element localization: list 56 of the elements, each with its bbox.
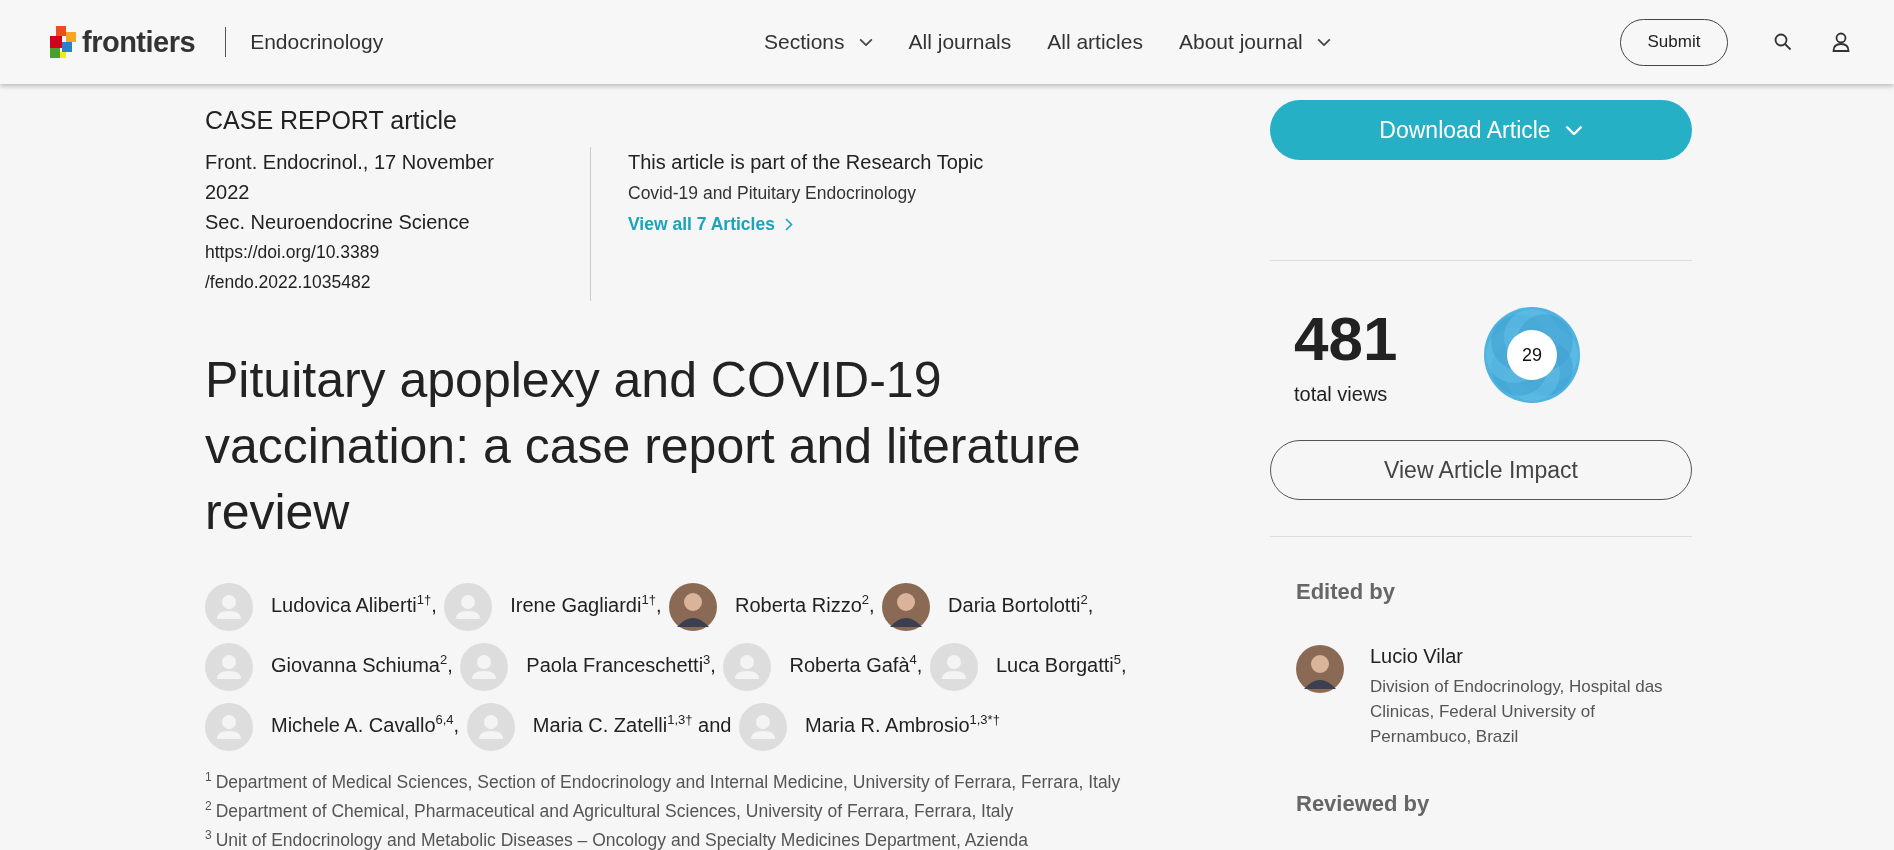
footnote-mark: 1 <box>205 770 212 784</box>
chevron-right-icon <box>784 217 793 231</box>
author-name[interactable]: Michele A. Cavallo$^{6,4}$, <box>271 714 460 736</box>
affiliation-text: Unit of Endocrinology and Metabolic Diseases – Oncology and Specialty Medicines Department, Azienda <box>215 829 1028 850</box>
author-name[interactable]: Maria C. Zatelli$^{1,3†}$ and <box>532 714 732 736</box>
view-count: 481 <box>1294 307 1399 371</box>
research-topic-name[interactable]: Covid-19 and Pituitary Endocrinology <box>628 177 916 209</box>
citation: Front. Endocrinol., 17 November 2022 <box>205 150 496 205</box>
avatar-placeholder[interactable] <box>466 702 515 751</box>
avatar-photo[interactable] <box>1296 645 1344 693</box>
logo-text[interactable]: frontiers <box>82 25 196 59</box>
avatar-photo[interactable] <box>882 582 931 631</box>
avatar-photo[interactable] <box>669 582 718 631</box>
nav-link[interactable]: All articles <box>1047 30 1143 54</box>
avatar-placeholder[interactable] <box>205 702 253 751</box>
view-count-label: total views <box>1294 383 1389 406</box>
affiliation-text: Department of Medical Sciences, Section of Endocrinology and Internal Medicine, University of Ferrara, Ferrara, Italy <box>215 771 1121 792</box>
editor-affiliation: Division of Endocrinology, Hospital das Clinicas, Federal University of Pernambuco, Brazil <box>1370 676 1664 748</box>
attention-score: 29 <box>1522 344 1542 366</box>
avatar-placeholder[interactable] <box>929 642 978 691</box>
avatar-placeholder[interactable] <box>723 642 772 691</box>
reviewed-by-heading: Reviewed by <box>1295 791 1431 817</box>
author-name[interactable]: Irene Gagliardi$^{1†}$, <box>510 594 662 616</box>
research-topic-heading: This article is part of the Research Topic <box>628 150 984 175</box>
nav-link[interactable]: All journals <box>908 30 1012 54</box>
section-name: Sec. Neuroendocrine Science <box>205 210 471 235</box>
editor-name[interactable]: Lucio Vilar <box>1370 645 1464 668</box>
edited-by-heading: Edited by <box>1295 579 1396 605</box>
nav-link[interactable]: Sections <box>764 30 873 54</box>
avatar-placeholder[interactable] <box>444 582 493 631</box>
avatar-placeholder[interactable] <box>739 702 788 751</box>
author-name[interactable]: Maria R. Ambrosio$^{1,3*†}$ <box>805 714 1000 736</box>
doi-link[interactable]: /fendo.2022.1035482 <box>205 267 371 297</box>
article-type: CASE REPORT article <box>205 106 458 135</box>
chevron-down-icon <box>1564 124 1583 136</box>
footnote-mark: 2 <box>205 798 212 813</box>
author-name[interactable]: Paola Franceschetti$^{3}$, <box>526 654 716 676</box>
footnote-mark: 3 <box>205 827 212 842</box>
avatar-placeholder[interactable] <box>205 582 253 631</box>
logo-icon <box>48 26 78 58</box>
author-name[interactable]: Roberta Rizzo$^{2}$, <box>735 594 875 616</box>
article-title: Pituitary apoplexy and COVID-19 vaccination: a case report and literature review <box>205 351 1082 542</box>
author-name[interactable]: Daria Bortolotti$^{2}$, <box>948 594 1094 616</box>
attention-ring-drawing[interactable] <box>1484 307 1580 403</box>
author-name[interactable]: Roberta Gafà$^{4}$, <box>789 654 923 676</box>
affiliation-text: Department of Chemical, Pharmaceutical and Agricultural Sciences, University of Ferrara, Ferrara, Italy <box>215 800 1014 821</box>
user-icon[interactable] <box>1832 32 1850 52</box>
avatar-placeholder[interactable] <box>460 642 509 691</box>
author-name[interactable]: Luca Borgatti$^{5}$, <box>995 654 1127 676</box>
author-name[interactable]: Ludovica Aliberti$^{1†}$, <box>271 594 437 616</box>
doi-link[interactable]: https://doi.org/10.3389 <box>205 237 380 267</box>
nav-link[interactable]: About journal <box>1178 30 1331 54</box>
search-icon[interactable] <box>1774 33 1792 51</box>
journal-name[interactable]: Endocrinology <box>250 30 384 54</box>
avatar-placeholder[interactable] <box>205 642 253 691</box>
author-name[interactable]: Giovanna Schiuma$^{2}$, <box>271 654 453 676</box>
